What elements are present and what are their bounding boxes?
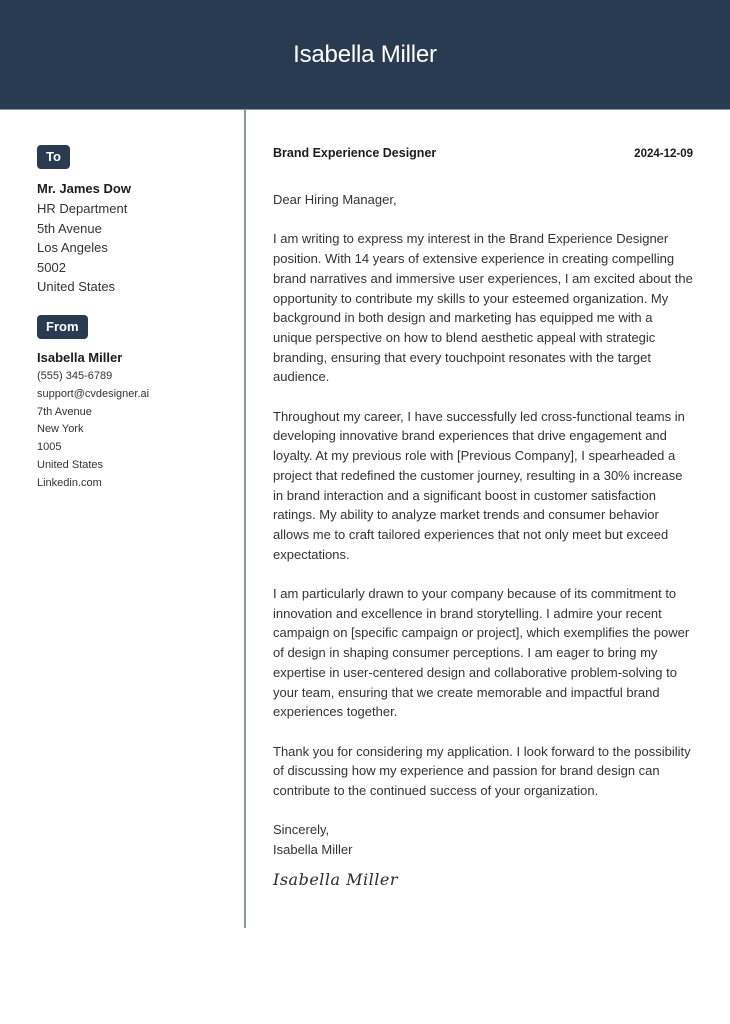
signature: Isabella Miller <box>273 869 398 889</box>
sidebar: To Mr. James Dow HR Department 5th Avenu… <box>37 145 232 489</box>
column-divider <box>244 110 246 928</box>
sender-city: New York <box>37 423 84 436</box>
letter-body: Brand Experience Designer 2024-12-09 Dea… <box>273 146 693 889</box>
recipient-city: Los Angeles <box>37 240 108 256</box>
recipient-street: 5th Avenue <box>37 220 102 236</box>
sender-linkedin[interactable]: Linkedin.com <box>37 475 149 493</box>
paragraph-motivation: I am particularly drawn to your company … <box>273 586 690 720</box>
sender-phone: (555) 345-6789 <box>37 370 113 382</box>
sender-street: 7th Avenue <box>37 405 92 418</box>
paragraph-intro: I am writing to express my interest in t… <box>273 231 693 385</box>
salutation: Dear Hiring Manager, <box>273 192 397 207</box>
recipient-zip: 5002 <box>37 259 66 275</box>
closing-phrase: Sincerely, <box>273 822 330 838</box>
sender-name: Isabella Miller <box>37 350 123 365</box>
from-badge: From <box>37 315 88 339</box>
closing-name: Isabella Miller <box>273 842 353 858</box>
letter-title-row: Brand Experience Designer 2024-12-09 <box>273 146 693 160</box>
closing-block: Sincerely, Isabella Miller <box>273 820 693 859</box>
sender-zip: 1005 <box>37 441 62 454</box>
sender-email[interactable]: support@cvdesigner.ai <box>37 386 149 404</box>
to-badge: To <box>37 145 70 169</box>
sender-block: From Isabella Miller (555) 345-6789 supp… <box>37 315 149 493</box>
paragraph-experience: Throughout my career, I have successfull… <box>273 408 685 562</box>
header-name: Isabella Miller <box>293 40 437 68</box>
recipient-name: Mr. James Dow <box>37 181 131 196</box>
sender-country: United States <box>37 458 104 471</box>
page-header: Isabella Miller <box>0 0 730 110</box>
job-title: Brand Experience Designer <box>273 146 437 160</box>
recipient-country: United States <box>37 279 116 295</box>
recipient-department: HR Department <box>37 201 128 216</box>
letter-date: 2024-12-09 <box>634 148 693 160</box>
recipient-block: To Mr. James Dow HR Department 5th Avenu… <box>37 145 232 297</box>
paragraph-closing: Thank you for considering my application… <box>273 743 691 799</box>
